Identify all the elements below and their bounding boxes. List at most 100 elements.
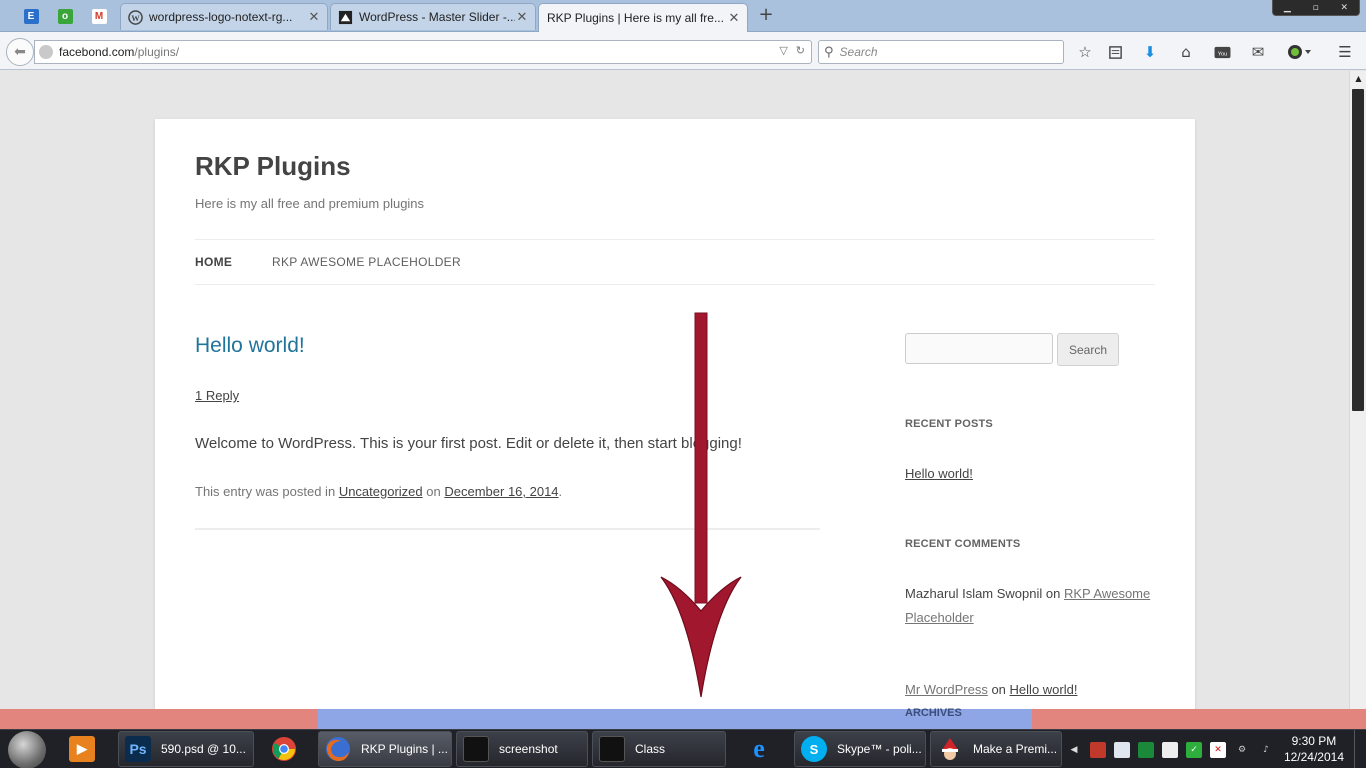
taskbar-skype[interactable]: S Skype™ - poli... [794, 731, 926, 767]
taskbar-label: Class [635, 742, 666, 756]
taskbar-photoshop[interactable]: Ps 590.psd @ 10... [118, 731, 254, 767]
close-icon[interactable]: ✕ [307, 10, 321, 25]
comment-author: Mazharul Islam Swopnil [905, 586, 1043, 601]
navigation-toolbar: facebond.com/plugins/ ▽ ↻ ⬅ ⚲ ☆ ⬇ ⌂ You … [0, 32, 1366, 70]
tab-title: WordPress - Master Slider -... [359, 10, 515, 24]
site-description: Here is my all free and premium plugins [195, 196, 425, 211]
recent-post-link[interactable]: Hello world! [905, 466, 973, 481]
taskbar-chrome[interactable] [262, 731, 306, 767]
comment-post-link[interactable]: Hello world! [1010, 682, 1078, 697]
scrollbar-thumb[interactable] [1352, 89, 1364, 411]
site-title[interactable]: RKP Plugins [195, 151, 351, 182]
taskbar-folder-screenshot[interactable]: screenshot [456, 731, 588, 767]
tray-expand-icon[interactable]: ◀ [1066, 742, 1082, 758]
search-input[interactable] [839, 45, 1040, 59]
downloads-icon[interactable]: ⬇ [1139, 42, 1161, 62]
maximize-icon[interactable]: ▫ [1313, 3, 1319, 13]
meta-end: . [558, 484, 563, 499]
taskbar-highlight-band [0, 709, 1366, 729]
menu-item-rkp-awesome-placeholder[interactable]: RKP AWESOME PLACEHOLDER [272, 255, 461, 269]
svg-text:W: W [131, 12, 140, 22]
pinned-tab-gmail[interactable]: M [84, 5, 114, 27]
archives-title: ARCHIVES [905, 707, 962, 719]
reload-icon[interactable]: ↻ [796, 44, 805, 57]
tab-title: RKP Plugins | Here is my all fre... [547, 11, 724, 25]
menu-item-home[interactable]: HOME [195, 255, 232, 269]
start-button[interactable] [8, 731, 46, 768]
youtube-icon[interactable]: You [1211, 42, 1233, 62]
volume-icon[interactable]: ♪ [1258, 742, 1274, 758]
mail-icon[interactable]: ✉ [1247, 42, 1269, 62]
reply-link[interactable]: 1 Reply [195, 388, 239, 403]
comment-on: on [991, 682, 1006, 697]
pinned-tab-evernote[interactable]: E [16, 5, 46, 27]
tab-master-slider[interactable]: WordPress - Master Slider -... ✕ [330, 3, 536, 30]
taskbar-label: Skype™ - poli... [837, 742, 922, 756]
show-desktop-button[interactable] [1354, 730, 1366, 768]
pinned-tab-odnoklassniki[interactable]: o [50, 5, 80, 27]
color-picker-icon[interactable] [1285, 42, 1315, 62]
hamburger-menu-icon[interactable]: ☰ [1334, 42, 1356, 62]
menu-divider-bottom [195, 284, 1155, 285]
recent-comment-1: Mazharul Islam Swopnil on RKP Awesome Pl… [905, 582, 1165, 630]
close-window-icon[interactable]: ✕ [1341, 3, 1349, 13]
tab-wordpress-logo[interactable]: W wordpress-logo-notext-rg... ✕ [120, 3, 328, 30]
close-icon[interactable]: ✕ [515, 10, 529, 25]
bookmark-star-icon[interactable]: ☆ [1074, 42, 1096, 62]
clock-date: 12/24/2014 [1283, 750, 1344, 764]
comment-author-link[interactable]: Mr WordPress [905, 682, 988, 697]
menu-divider-top [195, 239, 1155, 240]
minimize-icon[interactable]: ▁ [1284, 3, 1291, 13]
annotation-arrow [660, 312, 742, 698]
master-slider-icon [337, 9, 353, 25]
page-viewport: RKP Plugins Here is my all free and prem… [0, 71, 1349, 709]
tray-document-icon[interactable] [1114, 741, 1130, 758]
tray-green-icon[interactable] [1138, 741, 1154, 758]
tab-title: wordpress-logo-notext-rg... [149, 10, 293, 24]
taskbar-media-player[interactable]: ▶ [60, 731, 104, 767]
address-bar[interactable]: facebond.com/plugins/ ▽ ↻ [34, 40, 812, 64]
skype-icon: S [801, 736, 827, 762]
santa-icon [937, 736, 963, 762]
windows-taskbar: ▶ Ps 590.psd @ 10... RKP Plugins | ... s… [0, 729, 1366, 768]
url-path: /plugins/ [134, 45, 180, 59]
sidebar-search-input[interactable] [905, 333, 1053, 364]
search-bar[interactable]: ⚲ [818, 40, 1064, 64]
window-controls: ▁ ▫ ✕ [1272, 0, 1360, 16]
close-icon[interactable]: ✕ [727, 11, 741, 26]
recent-comment-2: Mr WordPress on Hello world! [905, 678, 1165, 702]
taskbar-make-a-premium[interactable]: Make a Premi... [930, 731, 1062, 767]
home-icon[interactable]: ⌂ [1175, 42, 1197, 62]
meta-on: on [426, 484, 441, 499]
taskbar-clock[interactable]: 9:30 PM 12/24/2014 [1284, 733, 1344, 765]
media-player-icon: ▶ [69, 736, 95, 762]
page-scrollbar[interactable]: ▲ ▼ [1349, 71, 1366, 729]
date-link[interactable]: December 16, 2014 [444, 484, 558, 499]
new-tab-button[interactable]: + [756, 5, 776, 25]
tray-app-icon[interactable] [1090, 741, 1106, 758]
sidebar-search-button[interactable]: Search [1057, 333, 1119, 366]
odnoklassniki-icon: o [57, 8, 73, 24]
svg-text:You: You [1217, 51, 1226, 57]
back-button[interactable]: ⬅ [6, 38, 34, 66]
bookmarks-menu-icon[interactable] [1104, 42, 1126, 62]
tray-clipboard-icon[interactable] [1162, 741, 1178, 758]
post-title[interactable]: Hello world! [195, 334, 305, 358]
taskbar-internet-explorer[interactable]: e [737, 731, 781, 767]
tray-checkmark-icon[interactable]: ✓ [1186, 741, 1202, 758]
back-arrow-icon: ⬅ [14, 44, 26, 60]
dropdown-icon[interactable]: ▽ [779, 44, 787, 57]
chrome-icon [271, 736, 297, 762]
scroll-up-icon[interactable]: ▲ [1350, 71, 1366, 87]
taskbar-label: Make a Premi... [973, 742, 1058, 756]
taskbar-label: RKP Plugins | ... [361, 742, 448, 756]
evernote-icon: E [23, 8, 39, 24]
category-link[interactable]: Uncategorized [339, 484, 423, 499]
clock-time: 9:30 PM [1291, 734, 1337, 748]
tray-network-icon[interactable]: ⚙ [1234, 742, 1250, 758]
tray-x-icon[interactable]: ✕ [1210, 741, 1226, 758]
taskbar-folder-class[interactable]: Class [592, 731, 726, 767]
tab-rkp-plugins[interactable]: RKP Plugins | Here is my all fre... ✕ [538, 3, 748, 32]
entry-meta: This entry was posted in Uncategorized o… [195, 484, 562, 499]
taskbar-firefox[interactable]: RKP Plugins | ... [318, 731, 452, 767]
